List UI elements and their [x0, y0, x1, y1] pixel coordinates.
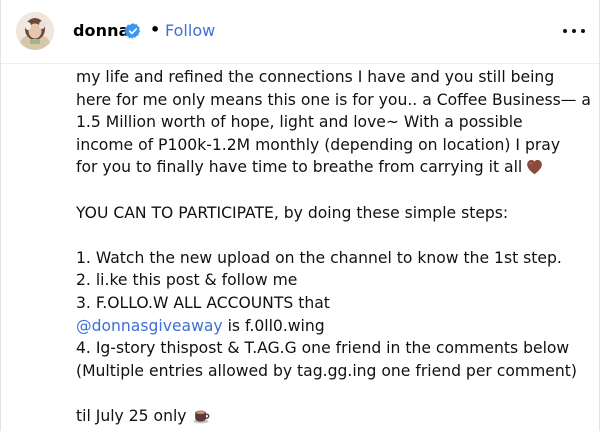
- caption-line: YOU CAN TO PARTICIPATE, by doing these s…: [76, 202, 586, 225]
- mention-link[interactable]: @donnasgiveaway: [76, 317, 223, 335]
- post-header: donna • Follow: [1, 0, 599, 64]
- caption-line: (Multiple entries allowed by tag.gg.ing …: [76, 360, 586, 383]
- caption-text: my life and refined the connections I ha…: [76, 68, 555, 86]
- more-options-icon[interactable]: [563, 21, 585, 41]
- caption-line: income of P100k-1.2M monthly (depending …: [76, 134, 586, 157]
- caption-text: 1. Watch the new upload on the channel t…: [76, 248, 562, 267]
- caption-line: @donnasgiveaway is f.0ll0.wing: [76, 315, 586, 338]
- brown-heart-icon: [527, 160, 543, 175]
- caption-line: til July 25 only: [76, 405, 586, 428]
- username[interactable]: donna: [73, 21, 130, 40]
- caption-line: 1. Watch the new upload on the channel t…: [76, 247, 586, 270]
- caption-text: (Multiple entries allowed by tag.gg.ing …: [76, 361, 577, 380]
- caption-line: here for me only means this one is for y…: [76, 89, 591, 112]
- avatar-image: [16, 12, 54, 50]
- follow-button[interactable]: Follow: [165, 21, 215, 40]
- caption-line: for you to finally have time to breathe …: [76, 156, 586, 179]
- post-panel: donna • Follow my life and refined the c…: [0, 0, 600, 431]
- caption-text: til July 25 only: [76, 406, 187, 425]
- caption-line: 2. li.ke this post & follow me: [76, 269, 586, 292]
- caption-line: my life and refined the connections I ha…: [76, 66, 586, 89]
- avatar[interactable]: [16, 12, 54, 50]
- caption-text: 1.5 Million worth of hope, light and lov…: [76, 113, 523, 132]
- post-caption: my life and refined the connections I ha…: [76, 66, 591, 428]
- caption-text: is f.0ll0.wing: [222, 316, 325, 335]
- caption-text: 2. li.ke this post & follow me: [76, 271, 298, 290]
- more-dot: [581, 29, 585, 33]
- separator-dot: •: [150, 20, 161, 39]
- more-dot: [572, 29, 576, 33]
- caption-text: 4. Ig-story thispost & T.AG.G one friend…: [76, 339, 570, 358]
- more-dot: [563, 29, 567, 33]
- caption-text: income of P100k-1.2M monthly (depending …: [76, 135, 561, 154]
- verified-badge-icon: [124, 23, 141, 39]
- coffee-cup-icon: [193, 410, 209, 424]
- caption-text: here for me only means this one is for y…: [76, 90, 591, 109]
- caption-text: for you to finally have time to breathe …: [76, 158, 523, 177]
- caption-line: 1.5 Million worth of hope, light and lov…: [76, 111, 586, 134]
- caption-text: YOU CAN TO PARTICIPATE, by doing these s…: [76, 203, 509, 222]
- caption-line: 4. Ig-story thispost & T.AG.G one friend…: [76, 337, 586, 360]
- caption-line: 3. F.OLLO.W ALL ACCOUNTS that: [76, 292, 586, 315]
- caption-text: 3. F.OLLO.W ALL ACCOUNTS that: [76, 293, 330, 312]
